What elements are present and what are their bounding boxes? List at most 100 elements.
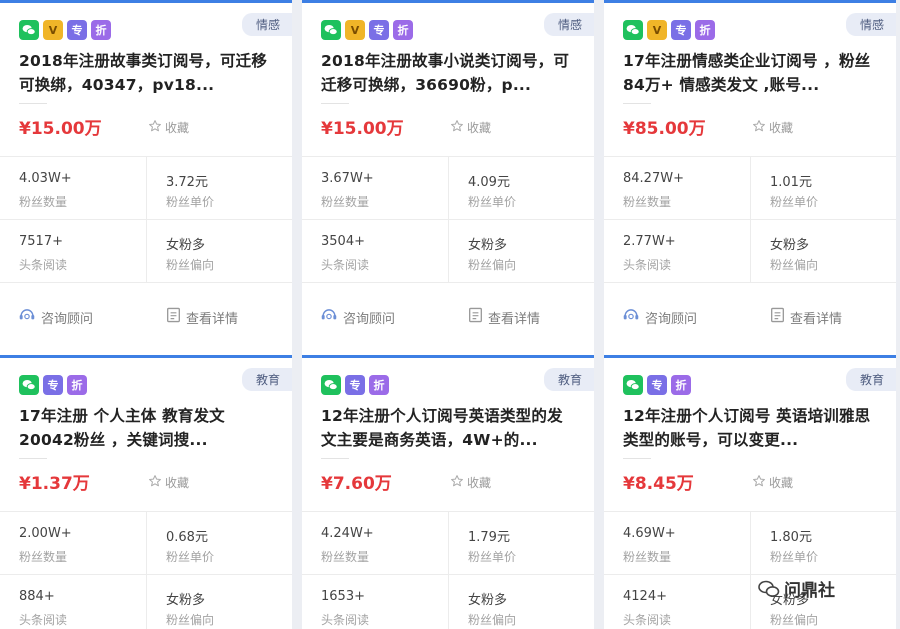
title-divider (321, 458, 349, 459)
listing-title[interactable]: 12年注册个人订阅号英语类型的发文主要是商务英语，4W+的... (321, 404, 576, 452)
listing-price: ¥1.37万 (19, 474, 90, 494)
stat-label: 头条阅读 (321, 258, 370, 272)
divider (302, 282, 594, 283)
stat-value: 3.67W+ (321, 171, 374, 186)
stat-label: 粉丝单价 (166, 550, 215, 564)
star-icon (148, 474, 162, 491)
badge-row: 专折 (623, 375, 691, 395)
favorite-label: 收藏 (769, 476, 794, 490)
favorite-label: 收藏 (467, 476, 492, 490)
consult-label: 咨询顾问 (41, 311, 94, 327)
stat-value: 女粉多 (166, 238, 206, 253)
stat-label: 粉丝偏向 (770, 258, 819, 272)
document-icon (166, 307, 181, 327)
listing-price: ¥7.60万 (321, 474, 392, 494)
title-divider (623, 458, 651, 459)
badge-zhe: 折 (695, 20, 715, 40)
favorite-label: 收藏 (769, 121, 794, 135)
listing-title[interactable]: 2018年注册故事小说类订阅号，可迁移可换绑，36690粉，p... (321, 49, 576, 97)
consult-label: 咨询顾问 (645, 311, 698, 327)
stat-label: 粉丝偏向 (166, 613, 215, 627)
consult-advisor-button[interactable]: 咨询顾问 (18, 307, 93, 327)
consult-advisor-button[interactable]: 咨询顾问 (320, 307, 395, 327)
listing-title[interactable]: 17年注册情感类企业订阅号 ，粉丝84万+ 情感类发文 ,账号... (623, 49, 878, 97)
stat-label: 粉丝偏向 (770, 613, 819, 627)
category-tag: 教育 (543, 368, 594, 391)
listing-title[interactable]: 12年注册个人订阅号 英语培训雅思类型的账号，可以变更... (623, 404, 878, 452)
view-details-button[interactable]: 查看详情 (468, 307, 540, 327)
stat-label: 粉丝单价 (770, 195, 819, 209)
badge-zhe: 折 (671, 375, 691, 395)
account-card[interactable]: 专折 教育 12年注册个人订阅号英语类型的发文主要是商务英语，4W+的... ¥7.6… (302, 355, 594, 629)
badge-zhuan: 专 (647, 375, 667, 395)
wechat-icon (19, 20, 39, 40)
stat-label: 头条阅读 (623, 613, 672, 627)
listing-price: ¥15.00万 (321, 119, 404, 139)
stat-value: 84.27W+ (623, 171, 684, 186)
account-card[interactable]: V 专折 情感 2018年注册故事小说类订阅号，可迁移可换绑，36690粉，p... ¥… (302, 0, 594, 355)
title-divider (321, 103, 349, 104)
stat-label: 粉丝单价 (770, 550, 819, 564)
favorite-label: 收藏 (165, 121, 190, 135)
badge-zhuan: 专 (43, 375, 63, 395)
divider (448, 511, 449, 629)
stat-label: 粉丝数量 (623, 195, 672, 209)
account-card[interactable]: 专折 教育 17年注册 个人主体 教育发文 20042粉丝 ，关键词搜... ¥1.3… (0, 355, 292, 629)
stat-value: 女粉多 (468, 238, 508, 253)
account-card[interactable]: 专折 教育 12年注册个人订阅号 英语培训雅思类型的账号，可以变更... ¥8.45万… (604, 355, 896, 629)
favorite-button[interactable]: 收藏 (450, 119, 491, 136)
stat-value: 女粉多 (770, 238, 810, 253)
favorite-label: 收藏 (165, 476, 190, 490)
stat-label: 粉丝单价 (468, 550, 517, 564)
account-card[interactable]: V 专折 情感 2018年注册故事类订阅号，可迁移可换绑，40347，pv18... ¥… (0, 0, 292, 355)
title-divider (19, 458, 47, 459)
favorite-label: 收藏 (467, 121, 492, 135)
account-card[interactable]: V 专折 情感 17年注册情感类企业订阅号 ，粉丝84万+ 情感类发文 ,账号... ¥… (604, 0, 896, 355)
listing-title[interactable]: 17年注册 个人主体 教育发文 20042粉丝 ，关键词搜... (19, 404, 274, 452)
category-tag: 情感 (241, 13, 292, 36)
favorite-button[interactable]: 收藏 (148, 119, 189, 136)
headset-icon (18, 307, 36, 327)
stat-value: 4.09元 (468, 175, 510, 190)
view-details-button[interactable]: 查看详情 (770, 307, 842, 327)
account-listing-grid: V 专折情感 2018年注册故事类订阅号，可迁移可换绑，40347，pv18... ¥… (0, 0, 900, 629)
badge-zhe: 折 (91, 20, 111, 40)
stat-value: 4.03W+ (19, 171, 72, 186)
badge-zhe: 折 (67, 375, 87, 395)
favorite-button[interactable]: 收藏 (148, 474, 189, 491)
favorite-button[interactable]: 收藏 (752, 119, 793, 136)
badge-row: V专折 (19, 20, 111, 40)
badge-row: V专折 (623, 20, 715, 40)
wechat-icon (321, 20, 341, 40)
title-divider (623, 103, 651, 104)
category-tag: 情感 (543, 13, 594, 36)
category-tag: 情感 (845, 13, 896, 36)
star-icon (450, 474, 464, 491)
stat-value: 4.69W+ (623, 526, 676, 541)
stat-value: 2.00W+ (19, 526, 72, 541)
stat-value: 4124+ (623, 589, 667, 604)
favorite-button[interactable]: 收藏 (752, 474, 793, 491)
badge-v: V (647, 20, 667, 40)
stat-value: 1.01元 (770, 175, 812, 190)
stat-label: 粉丝偏向 (166, 258, 215, 272)
stat-label: 头条阅读 (19, 258, 68, 272)
stat-label: 头条阅读 (623, 258, 672, 272)
consult-advisor-button[interactable]: 咨询顾问 (622, 307, 697, 327)
stat-label: 头条阅读 (321, 613, 370, 627)
view-details-button[interactable]: 查看详情 (166, 307, 238, 327)
stat-label: 粉丝单价 (166, 195, 215, 209)
divider (750, 156, 751, 282)
document-icon (770, 307, 785, 327)
listing-price: ¥15.00万 (19, 119, 102, 139)
listing-price: ¥85.00万 (623, 119, 706, 139)
favorite-button[interactable]: 收藏 (450, 474, 491, 491)
wechat-icon (623, 20, 643, 40)
badge-zhe: 折 (393, 20, 413, 40)
detail-label: 查看详情 (488, 311, 541, 327)
divider (604, 282, 896, 283)
star-icon (752, 474, 766, 491)
divider (146, 156, 147, 282)
stat-label: 粉丝数量 (321, 195, 370, 209)
listing-title[interactable]: 2018年注册故事类订阅号，可迁移可换绑，40347，pv18... (19, 49, 274, 97)
